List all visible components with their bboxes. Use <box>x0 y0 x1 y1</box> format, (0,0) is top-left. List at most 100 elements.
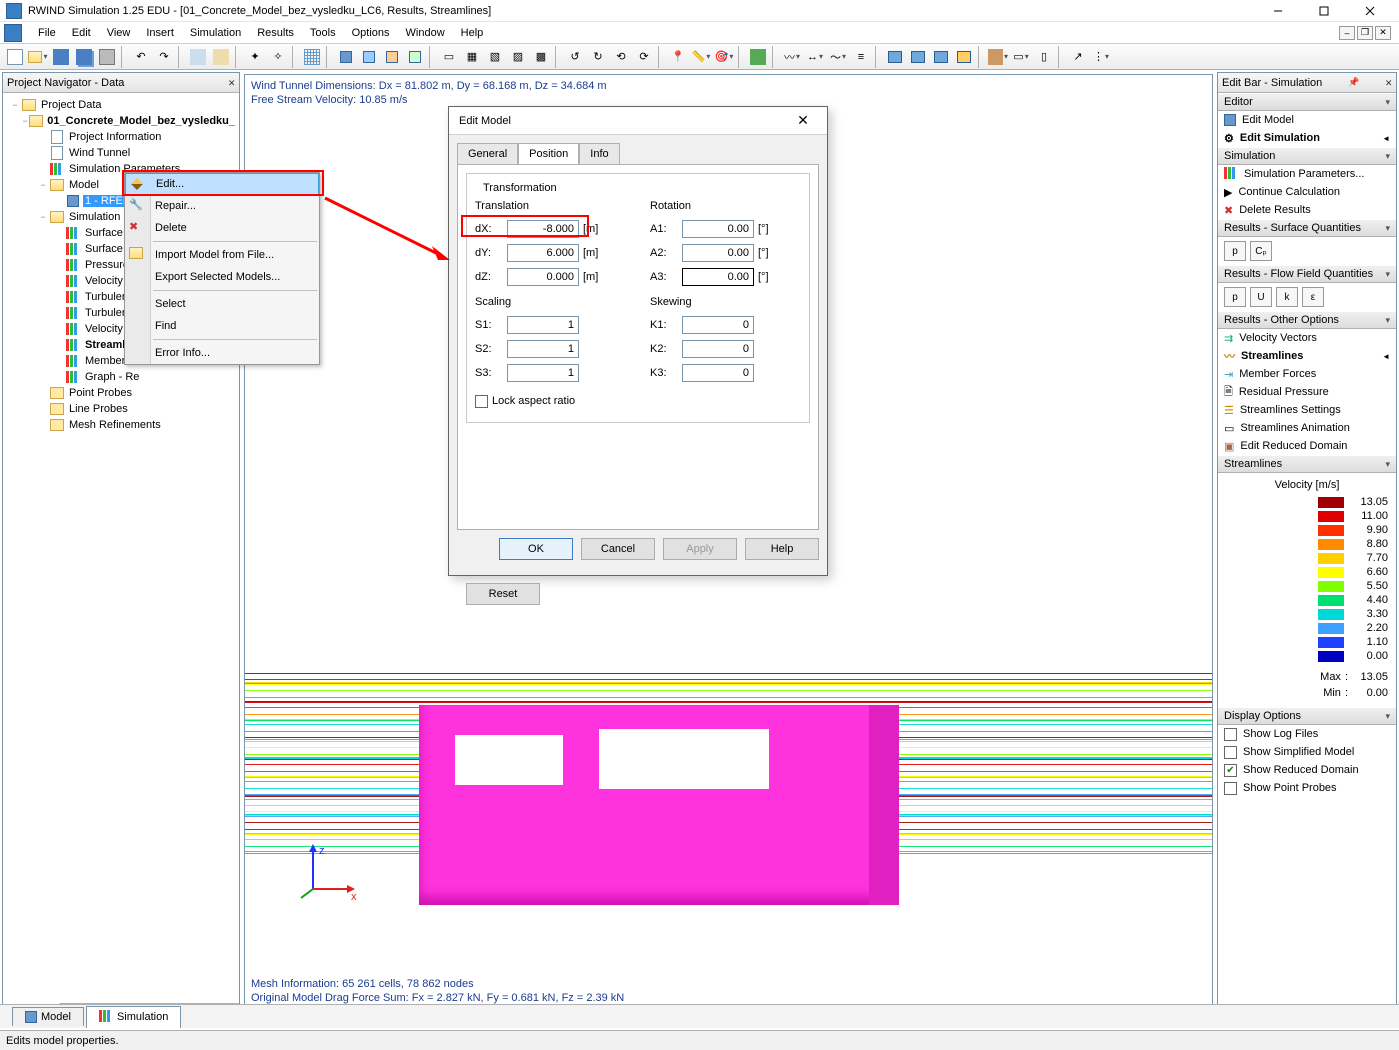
tb-style[interactable]: 〰 <box>781 46 803 68</box>
eb-edit-reduced-domain[interactable]: ▣Edit Reduced Domain <box>1218 437 1396 455</box>
menu-tools[interactable]: Tools <box>302 25 344 41</box>
menu-edit[interactable]: Edit <box>64 25 99 41</box>
tb-sel-4[interactable]: ▨ <box>507 46 529 68</box>
dialog-tab-general[interactable]: General <box>457 143 518 164</box>
eb-btn-eps[interactable]: ε <box>1302 287 1324 307</box>
tb-snapshot[interactable] <box>210 46 232 68</box>
tb-pane-1[interactable] <box>884 46 906 68</box>
mdi-restore[interactable]: ❐ <box>1357 26 1373 40</box>
tb-grid[interactable] <box>301 46 323 68</box>
help-button[interactable]: Help <box>745 538 819 560</box>
tb-print[interactable] <box>96 46 118 68</box>
input-dz[interactable] <box>507 268 579 286</box>
tb-open[interactable] <box>27 46 49 68</box>
ctx-repair-[interactable]: 🔧Repair... <box>125 195 319 217</box>
eb-streamlines[interactable]: 〰Streamlines◄ <box>1218 347 1396 365</box>
tree-item[interactable]: Project Information <box>5 129 237 145</box>
check-show-simplified-model[interactable]: Show Simplified Model <box>1218 743 1396 761</box>
apply-button[interactable]: Apply <box>663 538 737 560</box>
tb-more[interactable]: ⋮ <box>1090 46 1112 68</box>
tb-undo[interactable]: ↶ <box>130 46 152 68</box>
input-a3[interactable] <box>682 268 754 286</box>
tb-view-mode-4[interactable] <box>404 46 426 68</box>
input-a2[interactable] <box>682 244 754 262</box>
input-k1[interactable] <box>682 316 754 334</box>
tb-rot-3[interactable]: ⟲ <box>610 46 632 68</box>
menu-simulation[interactable]: Simulation <box>182 25 249 41</box>
tb-sel-3[interactable]: ▧ <box>484 46 506 68</box>
tb-calc[interactable] <box>747 46 769 68</box>
tb-layers[interactable]: ≡ <box>850 46 872 68</box>
close-button[interactable] <box>1347 0 1393 22</box>
eb-streamlines-animation[interactable]: ▭Streamlines Animation <box>1218 419 1396 437</box>
menu-options[interactable]: Options <box>344 25 398 41</box>
tree-root[interactable]: − Project Data <box>5 97 237 113</box>
dialog-titlebar[interactable]: Edit Model ✕ <box>449 107 827 135</box>
viewport-tab-model[interactable]: Model <box>12 1007 84 1026</box>
tb-rot-1[interactable]: ↺ <box>564 46 586 68</box>
input-dx[interactable] <box>507 220 579 238</box>
eb-member-forces[interactable]: ⇥Member Forces <box>1218 365 1396 383</box>
mdi-minimize[interactable]: ‒ <box>1339 26 1355 40</box>
eb-streamlines-settings[interactable]: ☰Streamlines Settings <box>1218 401 1396 419</box>
tb-probe3[interactable]: 🎯 <box>713 46 735 68</box>
dialog-tab-info[interactable]: Info <box>579 143 619 164</box>
tb-wcs2[interactable]: ✧ <box>267 46 289 68</box>
eb-continue-calc[interactable]: ▶Continue Calculation <box>1218 183 1396 201</box>
tree-item[interactable]: Mesh Refinements <box>5 417 237 433</box>
tb-rot-4[interactable]: ⟳ <box>633 46 655 68</box>
tree-item[interactable]: Graph - Re <box>5 369 237 385</box>
ctx-delete[interactable]: ✖Delete <box>125 217 319 239</box>
ctx-select[interactable]: Select <box>125 293 319 315</box>
eb-btn-u[interactable]: U <box>1250 287 1272 307</box>
menu-file[interactable]: File <box>30 25 64 41</box>
eb-btn-k[interactable]: k <box>1276 287 1298 307</box>
tb-pane-3[interactable] <box>930 46 952 68</box>
ctx-edit-[interactable]: Edit... <box>125 173 319 195</box>
cancel-button[interactable]: Cancel <box>581 538 655 560</box>
tb-wcs[interactable]: ✦ <box>244 46 266 68</box>
input-s1[interactable] <box>507 316 579 334</box>
check-show-log-files[interactable]: Show Log Files <box>1218 725 1396 743</box>
menu-view[interactable]: View <box>99 25 139 41</box>
eb-edit-simulation[interactable]: ⚙Edit Simulation◄ <box>1218 129 1396 147</box>
ctx-find[interactable]: Find <box>125 315 319 337</box>
tree-item[interactable]: Wind Tunnel <box>5 145 237 161</box>
tb-export[interactable]: ↗ <box>1067 46 1089 68</box>
tb-saveall[interactable] <box>73 46 95 68</box>
ok-button[interactable]: OK <box>499 538 573 560</box>
dialog-close[interactable]: ✕ <box>789 109 817 133</box>
tb-pane-4[interactable] <box>953 46 975 68</box>
eb-delete-results[interactable]: ✖Delete Results <box>1218 201 1396 219</box>
eb-edit-model[interactable]: Edit Model <box>1218 111 1396 129</box>
input-k3[interactable] <box>682 364 754 382</box>
tb-new[interactable] <box>4 46 26 68</box>
minimize-button[interactable] <box>1255 0 1301 22</box>
menu-window[interactable]: Window <box>398 25 453 41</box>
tb-save[interactable] <box>50 46 72 68</box>
tb-sel-2[interactable]: ▦ <box>461 46 483 68</box>
tb-copy-view[interactable] <box>187 46 209 68</box>
input-dy[interactable] <box>507 244 579 262</box>
editbar-pin-icon[interactable]: 📌 <box>1348 77 1359 88</box>
eb-btn-cp[interactable]: Cₚ <box>1250 241 1272 261</box>
menu-help[interactable]: Help <box>453 25 492 41</box>
ctx-export-selected-models-[interactable]: Export Selected Models... <box>125 266 319 288</box>
tb-misc3[interactable]: ▯ <box>1033 46 1055 68</box>
eb-btn-p2[interactable]: p <box>1224 287 1246 307</box>
input-s2[interactable] <box>507 340 579 358</box>
lock-ratio-checkbox[interactable] <box>475 395 488 408</box>
eb-btn-p[interactable]: p <box>1224 241 1246 261</box>
tb-misc2[interactable]: ▭ <box>1010 46 1032 68</box>
tb-sel-5[interactable]: ▩ <box>530 46 552 68</box>
tree-item[interactable]: −01_Concrete_Model_bez_vysledku_ <box>5 113 237 129</box>
tb-view-mode-3[interactable] <box>381 46 403 68</box>
input-s3[interactable] <box>507 364 579 382</box>
tb-sel-1[interactable]: ▭ <box>438 46 460 68</box>
mdi-close[interactable]: ✕ <box>1375 26 1391 40</box>
tree-item[interactable]: Point Probes <box>5 385 237 401</box>
tree-item[interactable]: Line Probes <box>5 401 237 417</box>
navigator-close[interactable]: ✕ <box>228 76 235 89</box>
tb-probe[interactable]: 📍 <box>667 46 689 68</box>
ctx-import-model-from-file-[interactable]: Import Model from File... <box>125 244 319 266</box>
